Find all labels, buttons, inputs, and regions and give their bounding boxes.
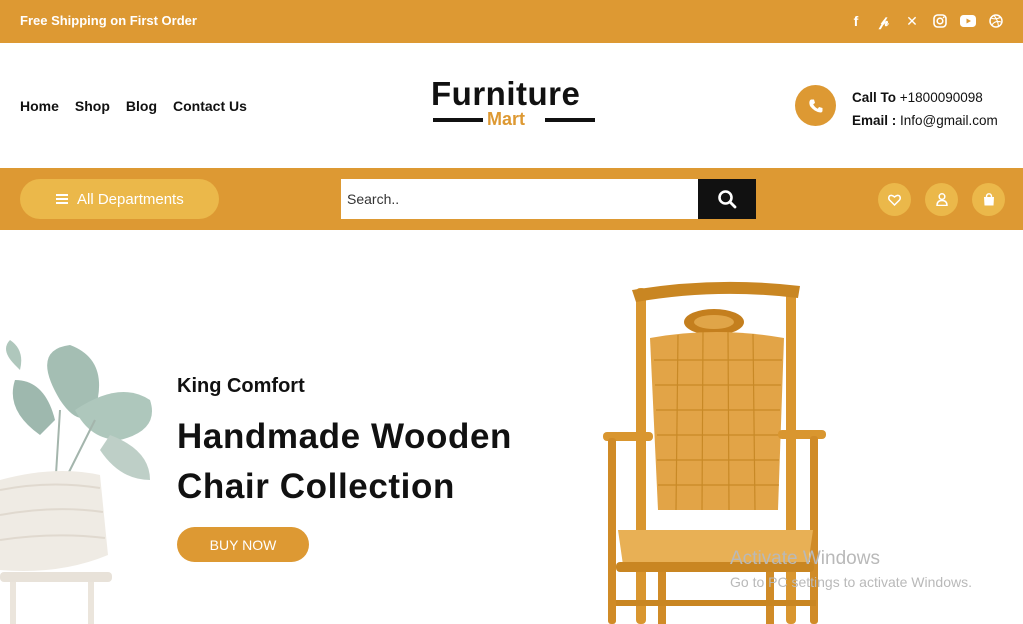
shipping-notice: Free Shipping on First Order (20, 13, 197, 28)
logo-line-left (433, 118, 483, 122)
logo-line-right (545, 118, 595, 122)
nav-blog[interactable]: Blog (126, 98, 157, 114)
dribbble-icon[interactable] (987, 11, 1005, 31)
nav-home[interactable]: Home (20, 98, 59, 114)
menu-icon (56, 194, 68, 204)
phone-number[interactable]: +1800090098 (900, 90, 983, 105)
search-button[interactable] (698, 179, 756, 219)
x-icon[interactable]: ✕ (903, 11, 921, 31)
call-label: Call To (852, 90, 897, 105)
social-links: f 𝓅 ✕ (847, 11, 1005, 31)
category-bar: All Departments (0, 168, 1023, 230)
search-bar (341, 179, 756, 219)
account-button[interactable] (925, 183, 958, 216)
all-departments-label: All Departments (77, 190, 184, 208)
header: Home Shop Blog Contact Us Furniture Mart… (0, 43, 1023, 168)
pinterest-icon[interactable]: 𝓅 (875, 11, 893, 31)
hero-title-line2: Chair Collection (177, 467, 455, 506)
search-input[interactable] (341, 179, 698, 219)
contact-info: Call To +1800090098 Email : Info@gmail.c… (852, 86, 998, 132)
site-logo[interactable]: Furniture Mart (431, 75, 597, 129)
logo-primary-text: Furniture (431, 75, 581, 112)
search-icon (718, 190, 737, 209)
heart-icon (888, 194, 901, 206)
contact-phone-row: Call To +1800090098 (852, 86, 998, 109)
hero-subtitle: King Comfort (177, 375, 305, 397)
watermark-title: Activate Windows (730, 548, 880, 569)
email-label: Email : (852, 113, 897, 128)
plant-image (0, 340, 152, 624)
contact-email-row: Email : Info@gmail.com (852, 109, 998, 132)
email-address[interactable]: Info@gmail.com (900, 113, 998, 128)
user-icon (935, 193, 948, 206)
hero-title: Handmade Wooden Chair Collection (177, 412, 597, 512)
nav-shop[interactable]: Shop (75, 98, 110, 114)
facebook-icon[interactable]: f (847, 11, 865, 31)
windows-activation-watermark: Activate Windows Go to PC settings to ac… (730, 548, 972, 590)
nav-contact-us[interactable]: Contact Us (173, 98, 247, 114)
hero-title-line1: Handmade Wooden (177, 417, 513, 456)
main-nav: Home Shop Blog Contact Us (20, 98, 247, 114)
buy-now-button[interactable]: BUY NOW (177, 527, 309, 562)
youtube-icon[interactable] (959, 11, 977, 31)
phone-icon (795, 85, 836, 126)
top-bar: Free Shipping on First Order f 𝓅 ✕ (0, 0, 1023, 43)
all-departments-button[interactable]: All Departments (20, 179, 219, 219)
bag-icon (983, 193, 994, 206)
instagram-icon[interactable] (931, 11, 949, 31)
cart-button[interactable] (972, 183, 1005, 216)
watermark-subtitle: Go to PC settings to activate Windows. (730, 574, 972, 590)
hero-banner: King Comfort Handmade Wooden Chair Colle… (0, 230, 1023, 624)
logo-secondary-text: Mart (487, 109, 526, 129)
wishlist-button[interactable] (878, 183, 911, 216)
